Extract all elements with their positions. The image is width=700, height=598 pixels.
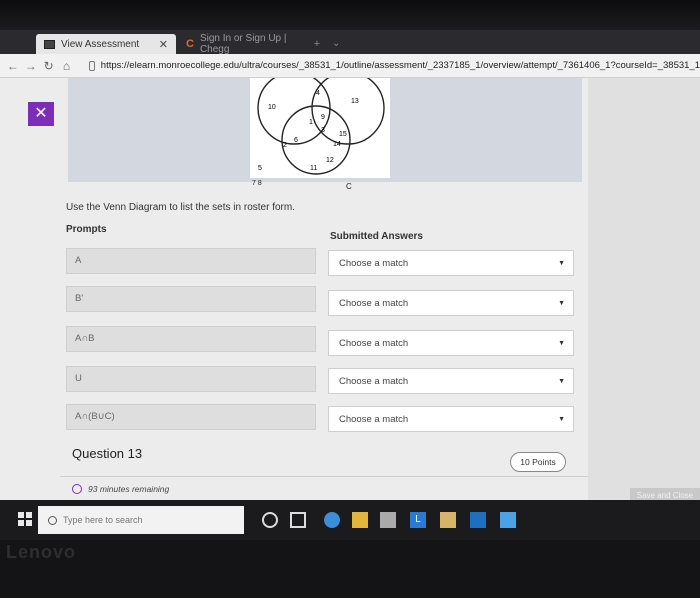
- match-select[interactable]: Choose a match ▼: [328, 406, 574, 432]
- tab-view-assessment[interactable]: View Assessment ✕: [36, 34, 176, 54]
- timer-text: 93 minutes remaining: [88, 484, 170, 494]
- caret-down-icon: ▼: [558, 300, 565, 307]
- photos-icon[interactable]: [440, 512, 456, 528]
- venn-number: 6: [294, 137, 298, 144]
- chegg-icon: C: [186, 38, 194, 50]
- lock-icon: [89, 60, 95, 71]
- match-select[interactable]: Choose a match ▼: [328, 290, 574, 316]
- divider: [60, 476, 588, 477]
- select-value: Choose a match: [339, 258, 409, 269]
- new-tab-icon[interactable]: +: [310, 38, 324, 50]
- venn-number: 4: [316, 90, 320, 97]
- windows-start-icon[interactable]: [18, 512, 32, 526]
- page-icon: [44, 39, 55, 49]
- answers-header: Submitted Answers: [330, 231, 423, 242]
- forward-icon[interactable]: →: [22, 59, 40, 73]
- match-select[interactable]: Choose a match ▼: [328, 250, 574, 276]
- next-question-title: Question 13: [72, 446, 143, 461]
- question-instruction: Use the Venn Diagram to list the sets in…: [66, 202, 295, 213]
- mail-icon[interactable]: [470, 512, 486, 528]
- refresh-icon[interactable]: ↻: [40, 59, 58, 73]
- prompt-row: A: [66, 248, 316, 274]
- back-icon[interactable]: ←: [4, 59, 22, 73]
- prompt-row: A∩(B∪C): [66, 404, 316, 430]
- file-explorer-icon[interactable]: [352, 512, 368, 528]
- select-value: Choose a match: [339, 376, 409, 387]
- prompt-row: B': [66, 286, 316, 312]
- venn-number: 10: [268, 104, 276, 111]
- venn-number: 9: [321, 114, 325, 121]
- caret-down-icon: ▼: [558, 340, 565, 347]
- select-value: Choose a match: [339, 298, 409, 309]
- home-icon[interactable]: ⌂: [58, 59, 76, 73]
- venn-diagram: C 10 4 13 9 1 3 15 2 6 14 12 11 5: [257, 78, 385, 175]
- venn-number: 12: [326, 157, 334, 164]
- set-a-circle: [257, 78, 331, 145]
- match-select[interactable]: Choose a match ▼: [328, 368, 574, 394]
- task-view-icon[interactable]: [290, 512, 306, 528]
- side-panel: [588, 78, 700, 500]
- edge-icon[interactable]: [324, 512, 340, 528]
- venn-number: 2: [283, 142, 287, 149]
- caret-down-icon: ▼: [558, 416, 565, 423]
- search-icon: [48, 515, 57, 525]
- windows-taskbar: Type here to search L: [0, 500, 700, 540]
- outlook-icon[interactable]: L: [410, 512, 426, 528]
- set-c-circle: [281, 105, 351, 175]
- select-value: Choose a match: [339, 414, 409, 425]
- url-field[interactable]: https://elearn.monroecollege.edu/ultra/c…: [89, 60, 700, 71]
- venn-number: 15: [339, 131, 347, 138]
- taskbar-search[interactable]: Type here to search: [38, 506, 244, 534]
- set-c-label: C: [346, 182, 352, 191]
- prompts-header: Prompts: [66, 224, 107, 235]
- match-select[interactable]: Choose a match ▼: [328, 330, 574, 356]
- lenovo-logo: Lenovo: [6, 542, 77, 562]
- set-b-circle: [311, 78, 385, 145]
- screen-bezel: [0, 0, 700, 30]
- app-icon[interactable]: [500, 512, 516, 528]
- points-badge: 10 Points: [510, 452, 566, 472]
- venn-number: 5: [258, 165, 262, 172]
- close-icon[interactable]: ✕: [159, 38, 168, 51]
- venn-number: 11: [310, 165, 317, 172]
- venn-number: 1: [309, 119, 313, 126]
- browser-tab-strip: View Assessment ✕ C Sign In or Sign Up |…: [0, 30, 700, 55]
- prompt-row: A∩B: [66, 326, 316, 352]
- tab-label: View Assessment: [61, 38, 140, 50]
- address-bar: ← → ↻ ⌂ https://elearn.monroecollege.edu…: [0, 54, 700, 78]
- cortana-icon[interactable]: [262, 512, 278, 528]
- tab-chegg[interactable]: C Sign In or Sign Up | Chegg: [178, 33, 308, 55]
- venn-outside-numbers: 7 8: [252, 180, 262, 187]
- close-assessment-button[interactable]: ✕: [28, 102, 54, 126]
- store-icon[interactable]: [380, 512, 396, 528]
- clock-icon: [72, 484, 82, 494]
- url-text: https://elearn.monroecollege.edu/ultra/c…: [100, 60, 700, 71]
- chevron-down-icon[interactable]: ⌄: [332, 38, 340, 49]
- caret-down-icon: ▼: [558, 378, 565, 385]
- search-placeholder: Type here to search: [63, 515, 143, 525]
- timer: 93 minutes remaining: [72, 484, 169, 494]
- venn-number: 14: [333, 141, 341, 148]
- prompt-row: U: [66, 366, 316, 392]
- venn-number: 13: [351, 98, 359, 105]
- venn-number: 3: [321, 127, 325, 134]
- caret-down-icon: ▼: [558, 260, 565, 267]
- tab-label: Sign In or Sign Up | Chegg: [199, 33, 287, 55]
- select-value: Choose a match: [339, 338, 409, 349]
- assessment-page: C 10 4 13 9 1 3 15 2 6 14 12 11 5 7 8 C …: [0, 78, 700, 504]
